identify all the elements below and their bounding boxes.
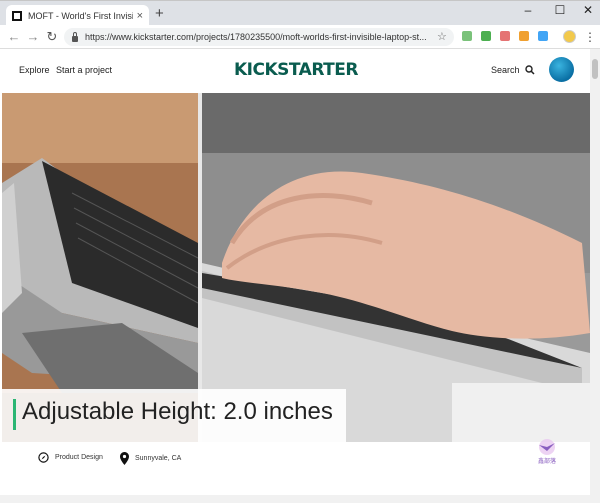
video-caption: Adjustable Height: 2.0 inches: [22, 398, 333, 425]
tab-bar: MOFT - World's First Invisible L × + – ☐…: [0, 0, 600, 26]
search-button[interactable]: Search: [491, 65, 535, 75]
extension-icon[interactable]: [500, 31, 510, 41]
project-meta: Product Design Sunnyvale, CA: [0, 442, 590, 478]
reload-icon[interactable]: ↻: [44, 28, 60, 46]
profile-avatar[interactable]: [563, 30, 576, 43]
location-link[interactable]: Sunnyvale, CA: [120, 452, 181, 465]
explore-link[interactable]: Explore: [19, 65, 50, 75]
site-header: Explore Start a project KICKSTARTER Sear…: [0, 49, 600, 93]
search-label: Search: [491, 65, 520, 75]
category-label: Product Design: [55, 454, 103, 461]
extension-icon[interactable]: [519, 31, 529, 41]
forward-arrow-icon[interactable]: →: [25, 28, 41, 46]
tab-title: MOFT - World's First Invisible L: [28, 10, 133, 21]
watermark-logo: 鑫部落: [533, 437, 561, 465]
extension-icon[interactable]: [462, 31, 472, 41]
close-tab-icon[interactable]: ×: [137, 10, 143, 22]
kickstarter-logo[interactable]: KICKSTARTER: [234, 60, 358, 80]
location-pin-icon: [120, 452, 129, 465]
compass-icon: [38, 452, 49, 463]
start-project-link[interactable]: Start a project: [56, 65, 112, 75]
close-window-button[interactable]: ✕: [578, 3, 598, 17]
extension-icon[interactable]: [538, 31, 548, 41]
minimize-button[interactable]: –: [518, 3, 538, 17]
category-link[interactable]: Product Design: [38, 452, 103, 463]
browser-tab[interactable]: MOFT - World's First Invisible L ×: [6, 5, 149, 26]
user-avatar[interactable]: [549, 57, 574, 82]
kickstarter-favicon-icon: [12, 10, 22, 21]
extension-icon[interactable]: [481, 31, 491, 41]
lock-icon: [72, 31, 78, 42]
watermark-text: 鑫部落: [537, 458, 556, 465]
url-text[interactable]: https://www.kickstarter.com/projects/178…: [85, 32, 440, 42]
bookmark-star-icon[interactable]: ☆: [437, 28, 447, 46]
back-arrow-icon[interactable]: ←: [6, 28, 22, 46]
caption-overlay: Adjustable Height: 2.0 inches: [2, 389, 346, 442]
caption-accent-bar: [13, 399, 16, 430]
location-label: Sunnyvale, CA: [135, 455, 182, 462]
project-video[interactable]: Adjustable Height: 2.0 inches: [2, 93, 590, 442]
horizontal-scrollbar[interactable]: [0, 495, 600, 503]
maximize-button[interactable]: ☐: [550, 3, 570, 17]
scrollbar-thumb[interactable]: [592, 59, 598, 79]
vertical-scrollbar[interactable]: [590, 49, 600, 495]
menu-dots-icon[interactable]: ⋮: [584, 28, 596, 46]
address-bar[interactable]: https://www.kickstarter.com/projects/178…: [64, 28, 454, 46]
search-icon: [524, 65, 535, 75]
new-tab-button[interactable]: +: [155, 5, 164, 23]
browser-toolbar: ← → ↻ https://www.kickstarter.com/projec…: [0, 25, 600, 49]
